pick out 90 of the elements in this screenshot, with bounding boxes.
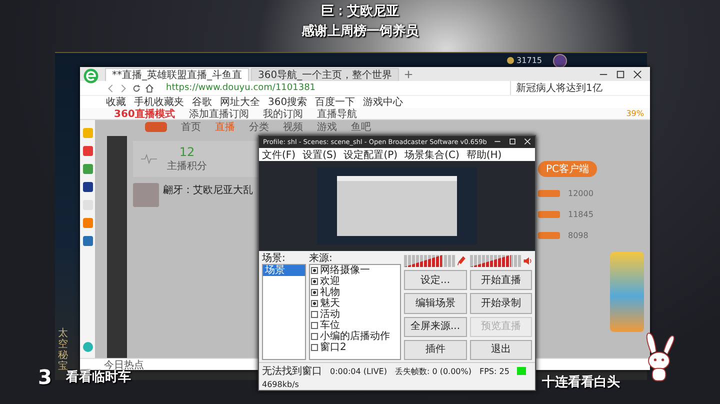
menu-item[interactable]: 帮助(H) bbox=[466, 148, 502, 162]
source-checkbox[interactable] bbox=[311, 333, 318, 340]
scene-item[interactable]: 场景 bbox=[263, 265, 305, 276]
menu-item[interactable]: 文件(F) bbox=[262, 148, 296, 162]
browser-tab[interactable]: **直播_英雄联盟直播_斗鱼直 bbox=[105, 68, 249, 81]
bookmark-link[interactable]: 谷歌 bbox=[192, 95, 212, 109]
source-checkbox[interactable] bbox=[311, 278, 318, 285]
live-bar-link[interactable]: 360直播模式 bbox=[114, 106, 175, 120]
bookmark-link[interactable]: 360搜索 bbox=[268, 95, 308, 109]
sources-label: 来源: bbox=[309, 253, 334, 264]
rank-score: 11845 bbox=[568, 210, 594, 219]
avatar-icon bbox=[553, 54, 567, 68]
live-bar-link[interactable]: 添加直播订阅 bbox=[188, 106, 249, 120]
microphone-icon[interactable] bbox=[457, 256, 466, 266]
volume-meter[interactable] bbox=[404, 255, 455, 267]
source-checkbox[interactable] bbox=[311, 311, 318, 318]
pulse-icon bbox=[141, 154, 157, 164]
bookmark-link[interactable]: 百度一下 bbox=[315, 95, 356, 109]
menu-item[interactable]: 设定配置(P) bbox=[344, 148, 398, 162]
home-icon[interactable] bbox=[145, 84, 154, 92]
nav-link[interactable]: 视频 bbox=[283, 120, 303, 134]
source-name: 魅天 bbox=[320, 298, 340, 309]
status-indicator bbox=[517, 367, 526, 375]
browser-tab[interactable]: 360导航_一个主页，整个世界 bbox=[251, 68, 400, 81]
live-bar-link[interactable]: 我的订阅 bbox=[262, 106, 303, 120]
nav-link[interactable]: 鱼吧 bbox=[351, 120, 371, 134]
nav-link[interactable]: 分类 bbox=[249, 120, 269, 134]
source-name: 欢迎 bbox=[320, 276, 340, 287]
dropped-frames: 丢失帧数: 0 (0.00%) bbox=[394, 366, 472, 376]
source-checkbox[interactable] bbox=[311, 289, 318, 296]
obs-button[interactable]: 开始录制 bbox=[470, 293, 532, 314]
bitrate-readout: 4698kb/s bbox=[262, 380, 299, 389]
source-checkbox[interactable] bbox=[311, 267, 318, 274]
bookmark-link[interactable]: 手机收藏夹 bbox=[134, 95, 184, 109]
source-checkbox[interactable] bbox=[311, 322, 318, 329]
close-icon[interactable] bbox=[633, 70, 642, 79]
live-bar-link[interactable]: 直播导航 bbox=[316, 106, 357, 120]
status-message: 无法找到窗口 bbox=[262, 364, 322, 378]
obs-button[interactable]: 开始直播 bbox=[470, 270, 532, 290]
caption-text: 巨：艾欧尼亚 bbox=[321, 3, 399, 20]
obs-button[interactable]: 全屏来源... bbox=[404, 316, 466, 337]
address-field[interactable]: https://www.douyu.com/1101381 bbox=[158, 83, 506, 93]
caption-text: 感谢上周榜一饲养员 bbox=[302, 22, 418, 40]
rank-score: 12000 bbox=[568, 189, 594, 198]
volume-meter[interactable] bbox=[470, 255, 521, 267]
stat-label: 主播积分 bbox=[167, 160, 207, 173]
source-name: 窗口2 bbox=[320, 342, 346, 353]
fps-readout: FPS: 25 bbox=[480, 366, 510, 376]
speaker-icon[interactable] bbox=[523, 256, 532, 266]
caption-number: 3 bbox=[38, 365, 52, 389]
rank-badge bbox=[538, 190, 560, 197]
caption-text: 看看临时车 bbox=[66, 370, 131, 386]
bookmark-link[interactable]: 网址大全 bbox=[220, 95, 260, 109]
search-field[interactable]: 新冠病人将达到1亿 bbox=[510, 81, 650, 95]
rank-badge bbox=[538, 211, 560, 218]
obs-button[interactable]: 设定... bbox=[404, 270, 466, 290]
obs-button[interactable]: 退出 bbox=[470, 340, 532, 360]
promo-label: 太空秘宝 bbox=[58, 328, 68, 372]
rank-score: 8098 bbox=[568, 231, 588, 240]
nav-link[interactable]: 游戏 bbox=[317, 120, 337, 134]
caption-text: 十连看看白头 bbox=[542, 374, 620, 391]
reload-icon[interactable] bbox=[132, 84, 141, 92]
coin-icon bbox=[506, 57, 514, 64]
source-name: 活动 bbox=[320, 309, 340, 320]
scenes-label: 场景: bbox=[262, 253, 286, 264]
nav-link[interactable]: 首页 bbox=[181, 120, 201, 134]
source-checkbox[interactable] bbox=[311, 344, 318, 351]
currency-amount: 31715 bbox=[516, 56, 542, 65]
rank-badge bbox=[538, 232, 560, 239]
bookmark-link[interactable]: 游戏中心 bbox=[363, 95, 404, 109]
menu-item[interactable]: 设置(S) bbox=[302, 148, 337, 162]
menu-item[interactable]: 场景集合(C) bbox=[404, 148, 460, 162]
room-title: 翩牙：艾欧尼亚大乱 bbox=[163, 184, 253, 197]
source-name: 车位 bbox=[320, 320, 340, 331]
bookmark-link[interactable]: 收藏 bbox=[106, 95, 126, 109]
source-name: 小编的店播动作 bbox=[320, 331, 390, 342]
source-name: 礼物 bbox=[320, 287, 340, 298]
source-name: 网络摄像一 bbox=[320, 265, 370, 276]
site-logo-icon bbox=[145, 122, 167, 132]
obs-button[interactable]: 编辑场景 bbox=[404, 293, 466, 314]
forward-icon[interactable] bbox=[119, 84, 128, 92]
stat-value: 12 bbox=[179, 145, 195, 159]
percent-label: 39% bbox=[626, 109, 644, 118]
ticker-text: 今日热点 bbox=[104, 358, 144, 370]
maximize-icon[interactable] bbox=[616, 70, 625, 79]
avatar-placeholder bbox=[133, 183, 159, 207]
obs-button[interactable]: 插件 bbox=[404, 340, 466, 360]
source-checkbox[interactable] bbox=[311, 300, 318, 307]
back-icon[interactable] bbox=[106, 84, 115, 92]
stream-time: 0:00:04 (LIVE) bbox=[330, 366, 387, 376]
